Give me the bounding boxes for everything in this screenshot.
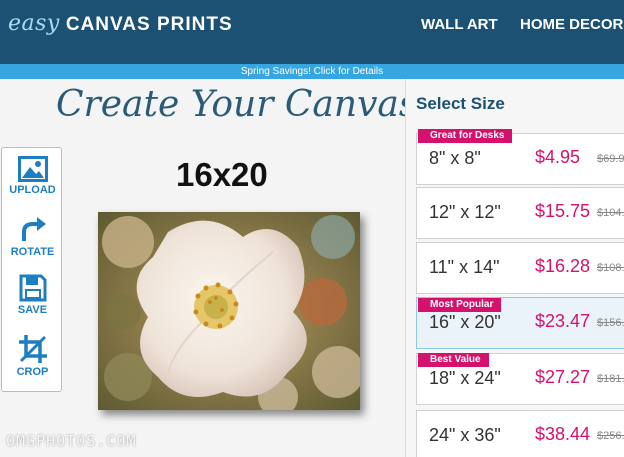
size-old-price: $69.98	[597, 153, 624, 165]
logo-easy-text: easy	[8, 11, 60, 36]
crop-label: CROP	[16, 366, 49, 378]
size-old-price: $256.	[597, 430, 624, 442]
site-logo[interactable]: easy CANVAS PRINTS	[8, 11, 233, 36]
badge-most-popular: Most Popular	[418, 298, 502, 312]
image-icon	[17, 156, 48, 182]
upload-button[interactable]: UPLOAD	[2, 156, 63, 196]
site-header: easy CANVAS PRINTS WALL ART HOME DECOR	[0, 0, 624, 64]
flower-photo	[98, 212, 360, 410]
size-old-price: $108.	[597, 262, 624, 274]
tool-panel: UPLOAD ROTATE SAVE CROP	[1, 147, 62, 392]
select-size-heading: Select Size	[416, 94, 505, 113]
badge-great-for-desks: Great for Desks	[418, 129, 513, 143]
page-title: Create Your Canvas	[56, 84, 418, 125]
crop-button[interactable]: CROP	[2, 334, 63, 378]
rotate-icon	[21, 217, 46, 241]
size-dimensions: 24" x 36"	[429, 425, 501, 445]
size-price: $27.27	[535, 367, 591, 387]
nav-wall-art[interactable]: WALL ART	[421, 16, 498, 33]
size-price: $15.75	[535, 201, 591, 221]
upload-label: UPLOAD	[9, 184, 56, 196]
floppy-disk-icon	[19, 274, 46, 302]
size-old-price: $104.	[597, 207, 624, 219]
size-dimensions: 12" x 12"	[429, 202, 501, 222]
crop-icon	[18, 335, 47, 363]
save-button[interactable]: SAVE	[2, 274, 63, 316]
size-price: $4.95	[535, 147, 581, 167]
rotate-button[interactable]: ROTATE	[2, 216, 63, 258]
canvas-preview[interactable]	[98, 212, 360, 410]
badge-best-value: Best Value	[418, 353, 489, 367]
size-price: $23.47	[535, 311, 591, 331]
size-price: $38.44	[535, 424, 591, 444]
size-old-price: $181.	[597, 373, 624, 385]
rotate-label: ROTATE	[10, 246, 55, 258]
logo-main-text: CANVAS PRINTS	[65, 14, 233, 35]
size-option-24x36[interactable]: 24" x 36" $38.44 $256.	[416, 410, 624, 457]
size-dimensions: 11" x 14"	[429, 257, 500, 277]
save-label: SAVE	[17, 304, 48, 316]
size-dimensions: 18" x 24"	[429, 368, 501, 388]
size-price: $16.28	[535, 256, 591, 276]
size-dimensions: 16" x 20"	[429, 312, 501, 332]
size-option-11x14[interactable]: 11" x 14" $16.28 $108.	[416, 242, 624, 294]
size-old-price: $156.	[597, 317, 624, 329]
watermark: OMGPHOTOS.COM	[6, 432, 137, 450]
nav-home-decor[interactable]: HOME DECOR	[520, 16, 623, 33]
size-option-12x12[interactable]: 12" x 12" $15.75 $104.	[416, 187, 624, 239]
promo-banner[interactable]: Spring Savings! Click for Details	[0, 64, 624, 79]
selected-size-label: 16x20	[176, 156, 268, 193]
size-dimensions: 8" x 8"	[429, 148, 481, 168]
